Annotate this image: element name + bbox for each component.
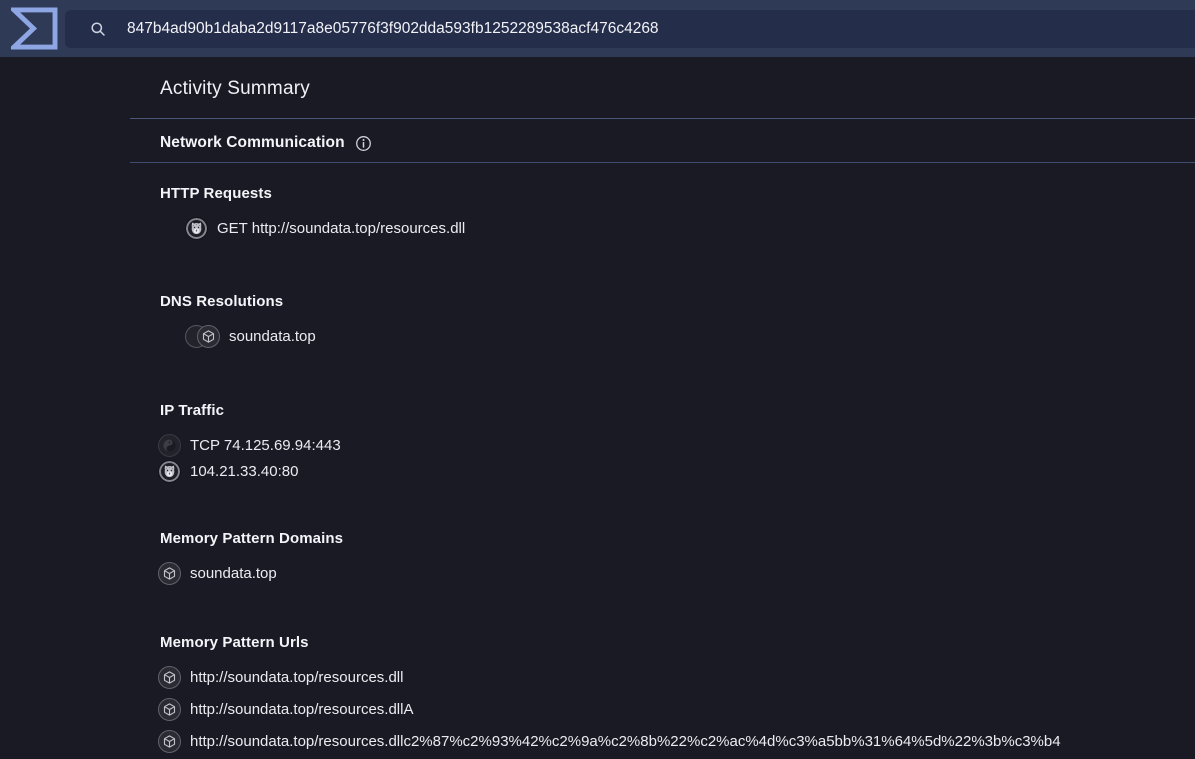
topbar bbox=[0, 0, 1195, 57]
info-icon[interactable] bbox=[355, 135, 372, 152]
network-swirl-icon bbox=[158, 434, 181, 457]
malware-family-icon bbox=[185, 217, 208, 240]
group-heading: HTTP Requests bbox=[160, 185, 272, 202]
activity-row: soundata.top bbox=[158, 562, 1195, 585]
malware-family-icon bbox=[158, 460, 181, 483]
activity-group: HTTP Requests GET http://soundata.top/re… bbox=[160, 183, 1195, 240]
package-icon bbox=[158, 562, 181, 585]
package-icon bbox=[158, 698, 181, 721]
group-rows: soundata.top bbox=[158, 562, 1195, 585]
group-rows: http://soundata.top/resources.dll http://… bbox=[158, 666, 1195, 753]
search-icon bbox=[91, 21, 105, 36]
package-icon bbox=[158, 730, 181, 753]
activity-row: http://soundata.top/resources.dllc2%87%c… bbox=[158, 730, 1195, 753]
activity-group: IP Traffic TCP 74.125.69.94:443 104.21.33… bbox=[158, 400, 1195, 483]
triage-logo[interactable] bbox=[11, 7, 58, 50]
activity-group: Memory Pattern Urls http://soundata.top/… bbox=[158, 632, 1195, 753]
activity-row: TCP 74.125.69.94:443 bbox=[158, 434, 1195, 457]
row-text: soundata.top bbox=[190, 565, 277, 582]
package-icon bbox=[158, 666, 181, 689]
activity-row: http://soundata.top/resources.dllA bbox=[158, 698, 1195, 721]
row-text: http://soundata.top/resources.dllA bbox=[190, 701, 414, 718]
page-title: Activity Summary bbox=[160, 78, 310, 99]
group-heading: Memory Pattern Domains bbox=[160, 530, 344, 547]
activity-group: DNS Resolutions soundata.top bbox=[160, 291, 1195, 348]
group-heading: IP Traffic bbox=[160, 402, 225, 419]
row-text: soundata.top bbox=[229, 328, 316, 345]
group-heading: Memory Pattern Urls bbox=[160, 634, 309, 651]
activity-row: 104.21.33.40:80 bbox=[158, 460, 1195, 483]
activity-groups: HTTP Requests GET http://soundata.top/re… bbox=[130, 183, 1195, 753]
divider bbox=[130, 118, 1195, 119]
section-title: Network Communication bbox=[160, 134, 345, 151]
package-icon bbox=[197, 325, 220, 348]
group-rows: GET http://soundata.top/resources.dll bbox=[160, 217, 1195, 240]
activity-row: http://soundata.top/resources.dll bbox=[158, 666, 1195, 689]
activity-row: GET http://soundata.top/resources.dll bbox=[185, 217, 1195, 240]
group-rows: soundata.top bbox=[160, 325, 1195, 348]
row-text: http://soundata.top/resources.dll bbox=[190, 669, 404, 686]
activity-row: soundata.top bbox=[185, 325, 1195, 348]
group-heading: DNS Resolutions bbox=[160, 293, 284, 310]
search-input[interactable] bbox=[127, 19, 1195, 38]
stacked-domain-icon bbox=[185, 325, 220, 348]
activity-group: Memory Pattern Domains soundata.top bbox=[158, 528, 1195, 585]
group-rows: TCP 74.125.69.94:443 104.21.33.40:80 bbox=[158, 434, 1195, 483]
search-bar[interactable] bbox=[65, 9, 1195, 48]
row-text: http://soundata.top/resources.dllc2%87%c… bbox=[190, 733, 1061, 750]
row-text: GET http://soundata.top/resources.dll bbox=[217, 220, 466, 237]
row-text: TCP 74.125.69.94:443 bbox=[190, 437, 341, 454]
row-text: 104.21.33.40:80 bbox=[190, 463, 299, 480]
section-header-network-communication: Network Communication bbox=[160, 132, 1195, 154]
report-content: Activity Summary Network Communication H… bbox=[0, 76, 1195, 753]
divider bbox=[130, 162, 1195, 163]
sigma-logo-icon bbox=[11, 7, 58, 50]
